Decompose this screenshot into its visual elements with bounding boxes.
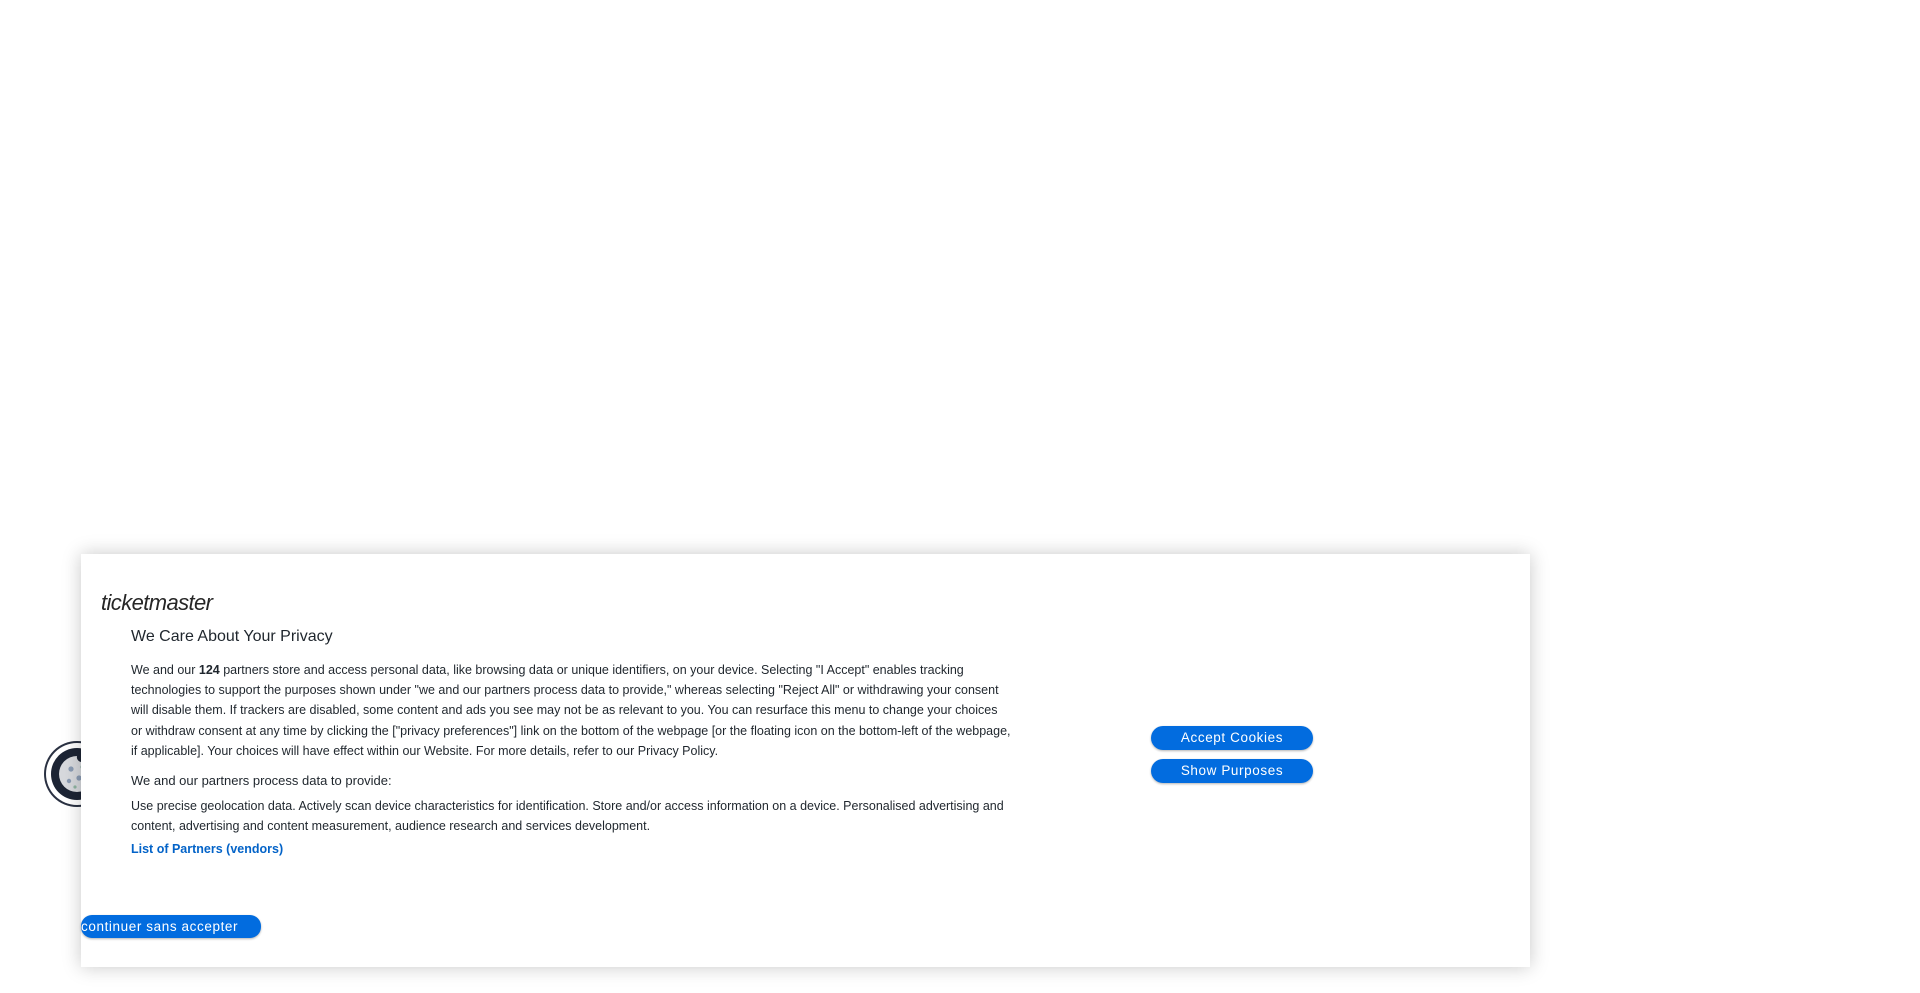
purposes-text: Use precise geolocation data. Actively s… [131, 799, 1004, 834]
consent-title: We Care About Your Privacy [131, 628, 333, 645]
accept-cookies-button[interactable]: Accept Cookies [1151, 726, 1313, 750]
ticketmaster-logo: ticketmaster [101, 590, 213, 615]
purposes-heading: We and our partners process data to prov… [131, 773, 392, 789]
vendors-list-link[interactable]: List of Partners (vendors) [131, 842, 283, 856]
partner-count: 124 [198, 663, 220, 677]
policy-text-start: We and our [131, 663, 199, 677]
continue-without-accepting-button[interactable]: continuer sans accepter [81, 915, 261, 938]
show-purposes-button[interactable]: Show Purposes [1151, 759, 1313, 783]
policy-text-rest: partners store and access personal data,… [131, 663, 1011, 758]
consent-policy-text: We and our 124 partners store and access… [131, 660, 1011, 761]
page: ticketmaster We Care About Your Privacy … [0, 0, 1920, 993]
consent-banner: ticketmaster We Care About Your Privacy … [81, 554, 1530, 967]
consent-content: We Care About Your Privacy We and our 12… [131, 628, 1011, 858]
